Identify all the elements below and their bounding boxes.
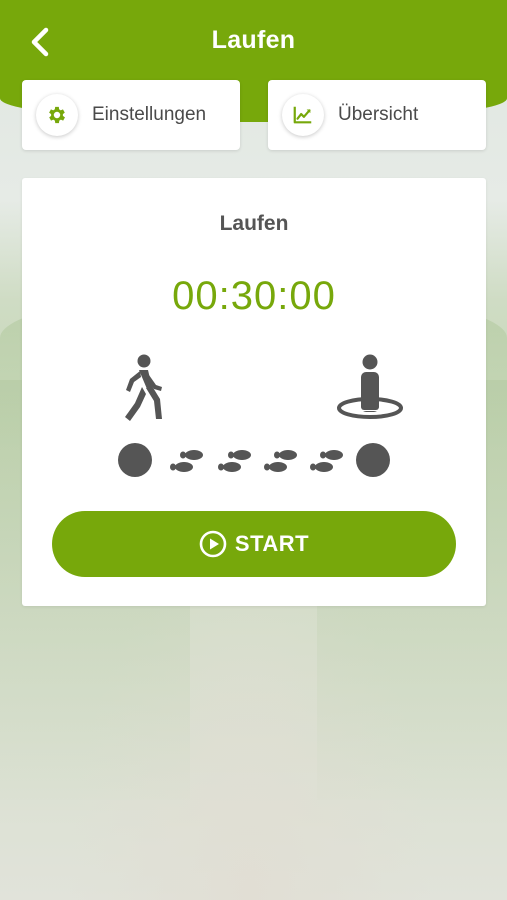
footprints-icon bbox=[170, 450, 343, 472]
timer-display: 00:30:00 bbox=[172, 274, 336, 318]
activity-card: Laufen 00:30:00 START bbox=[22, 178, 486, 606]
start-button-label: START bbox=[234, 531, 310, 556]
settings-button-label: Einstellungen bbox=[92, 104, 207, 125]
line-chart-icon bbox=[293, 106, 312, 124]
gear-icon bbox=[49, 106, 65, 124]
activity-title: Laufen bbox=[219, 212, 289, 235]
track-start-dot bbox=[118, 443, 152, 477]
track-progress bbox=[118, 443, 390, 477]
page-title: Laufen bbox=[211, 26, 296, 54]
overview-button-label: Übersicht bbox=[338, 104, 419, 125]
overview-button[interactable]: Übersicht bbox=[268, 80, 486, 150]
settings-button[interactable]: Einstellungen bbox=[22, 80, 240, 150]
overview-icon-circle bbox=[282, 94, 324, 136]
settings-icon-circle bbox=[36, 94, 78, 136]
play-circle-icon bbox=[199, 530, 227, 558]
start-button[interactable]: START bbox=[52, 511, 456, 577]
standing-person-icon bbox=[337, 354, 403, 419]
walking-person-icon bbox=[125, 354, 162, 421]
track-end-dot bbox=[356, 443, 390, 477]
